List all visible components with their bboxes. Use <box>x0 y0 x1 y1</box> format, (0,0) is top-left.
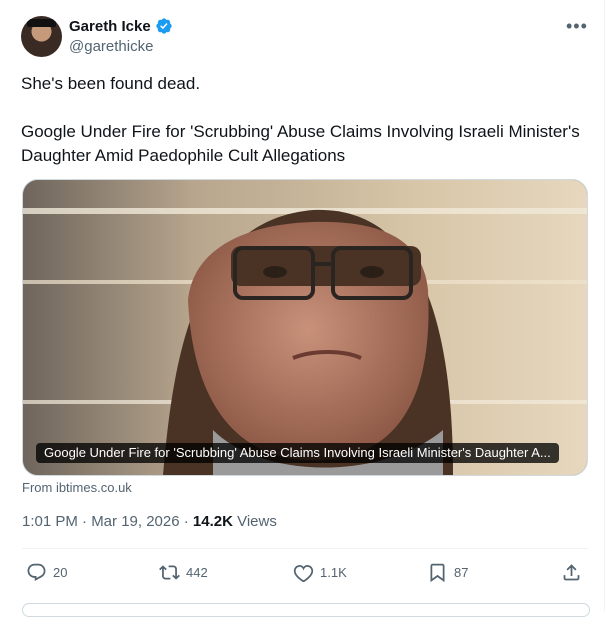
share-icon <box>563 564 580 581</box>
reply-composer-edge[interactable] <box>22 603 590 617</box>
post-text: She's been found dead. Google Under Fire… <box>21 74 580 165</box>
author-name[interactable]: Gareth Icke <box>69 18 151 35</box>
reply-icon <box>27 563 46 581</box>
bookmark-button[interactable]: 87 <box>427 562 468 583</box>
author-handle[interactable]: @garethicke <box>69 38 153 55</box>
post-timestamp[interactable]: 1:01 PM · Mar 19, 2026 · <box>22 513 193 530</box>
post-meta: 1:01 PM · Mar 19, 2026 · 14.2K Views <box>22 513 277 530</box>
verified-badge-icon <box>156 18 172 34</box>
repost-button[interactable]: 442 <box>159 562 208 583</box>
views-count: 14.2K <box>192 513 233 530</box>
bookmark-count: 87 <box>454 565 469 580</box>
repost-count: 442 <box>186 565 208 580</box>
avatar-hat <box>27 19 56 27</box>
bookmark-icon <box>430 563 445 583</box>
avatar[interactable] <box>21 16 62 57</box>
more-options-icon[interactable]: ••• <box>566 17 590 38</box>
link-source[interactable]: From ibtimes.co.uk <box>22 480 132 495</box>
action-bar: 20 442 1.1K 87 <box>0 562 604 586</box>
share-button[interactable] <box>561 562 582 583</box>
media-card[interactable]: Google Under Fire for 'Scrubbing' Abuse … <box>22 179 588 476</box>
repost-icon <box>159 565 180 580</box>
media-caption: Google Under Fire for 'Scrubbing' Abuse … <box>36 443 559 463</box>
reply-button[interactable]: 20 <box>26 562 67 583</box>
heart-icon <box>293 565 314 583</box>
views-label: Views <box>232 513 277 530</box>
reply-count: 20 <box>53 565 68 580</box>
author-name-row[interactable]: Gareth Icke <box>69 17 173 35</box>
divider <box>22 548 588 549</box>
media-thumbnail <box>23 180 587 475</box>
like-button[interactable]: 1.1K <box>293 562 347 583</box>
like-count: 1.1K <box>320 565 347 580</box>
post-card: Gareth Icke @garethicke ••• She's been f… <box>0 0 605 617</box>
